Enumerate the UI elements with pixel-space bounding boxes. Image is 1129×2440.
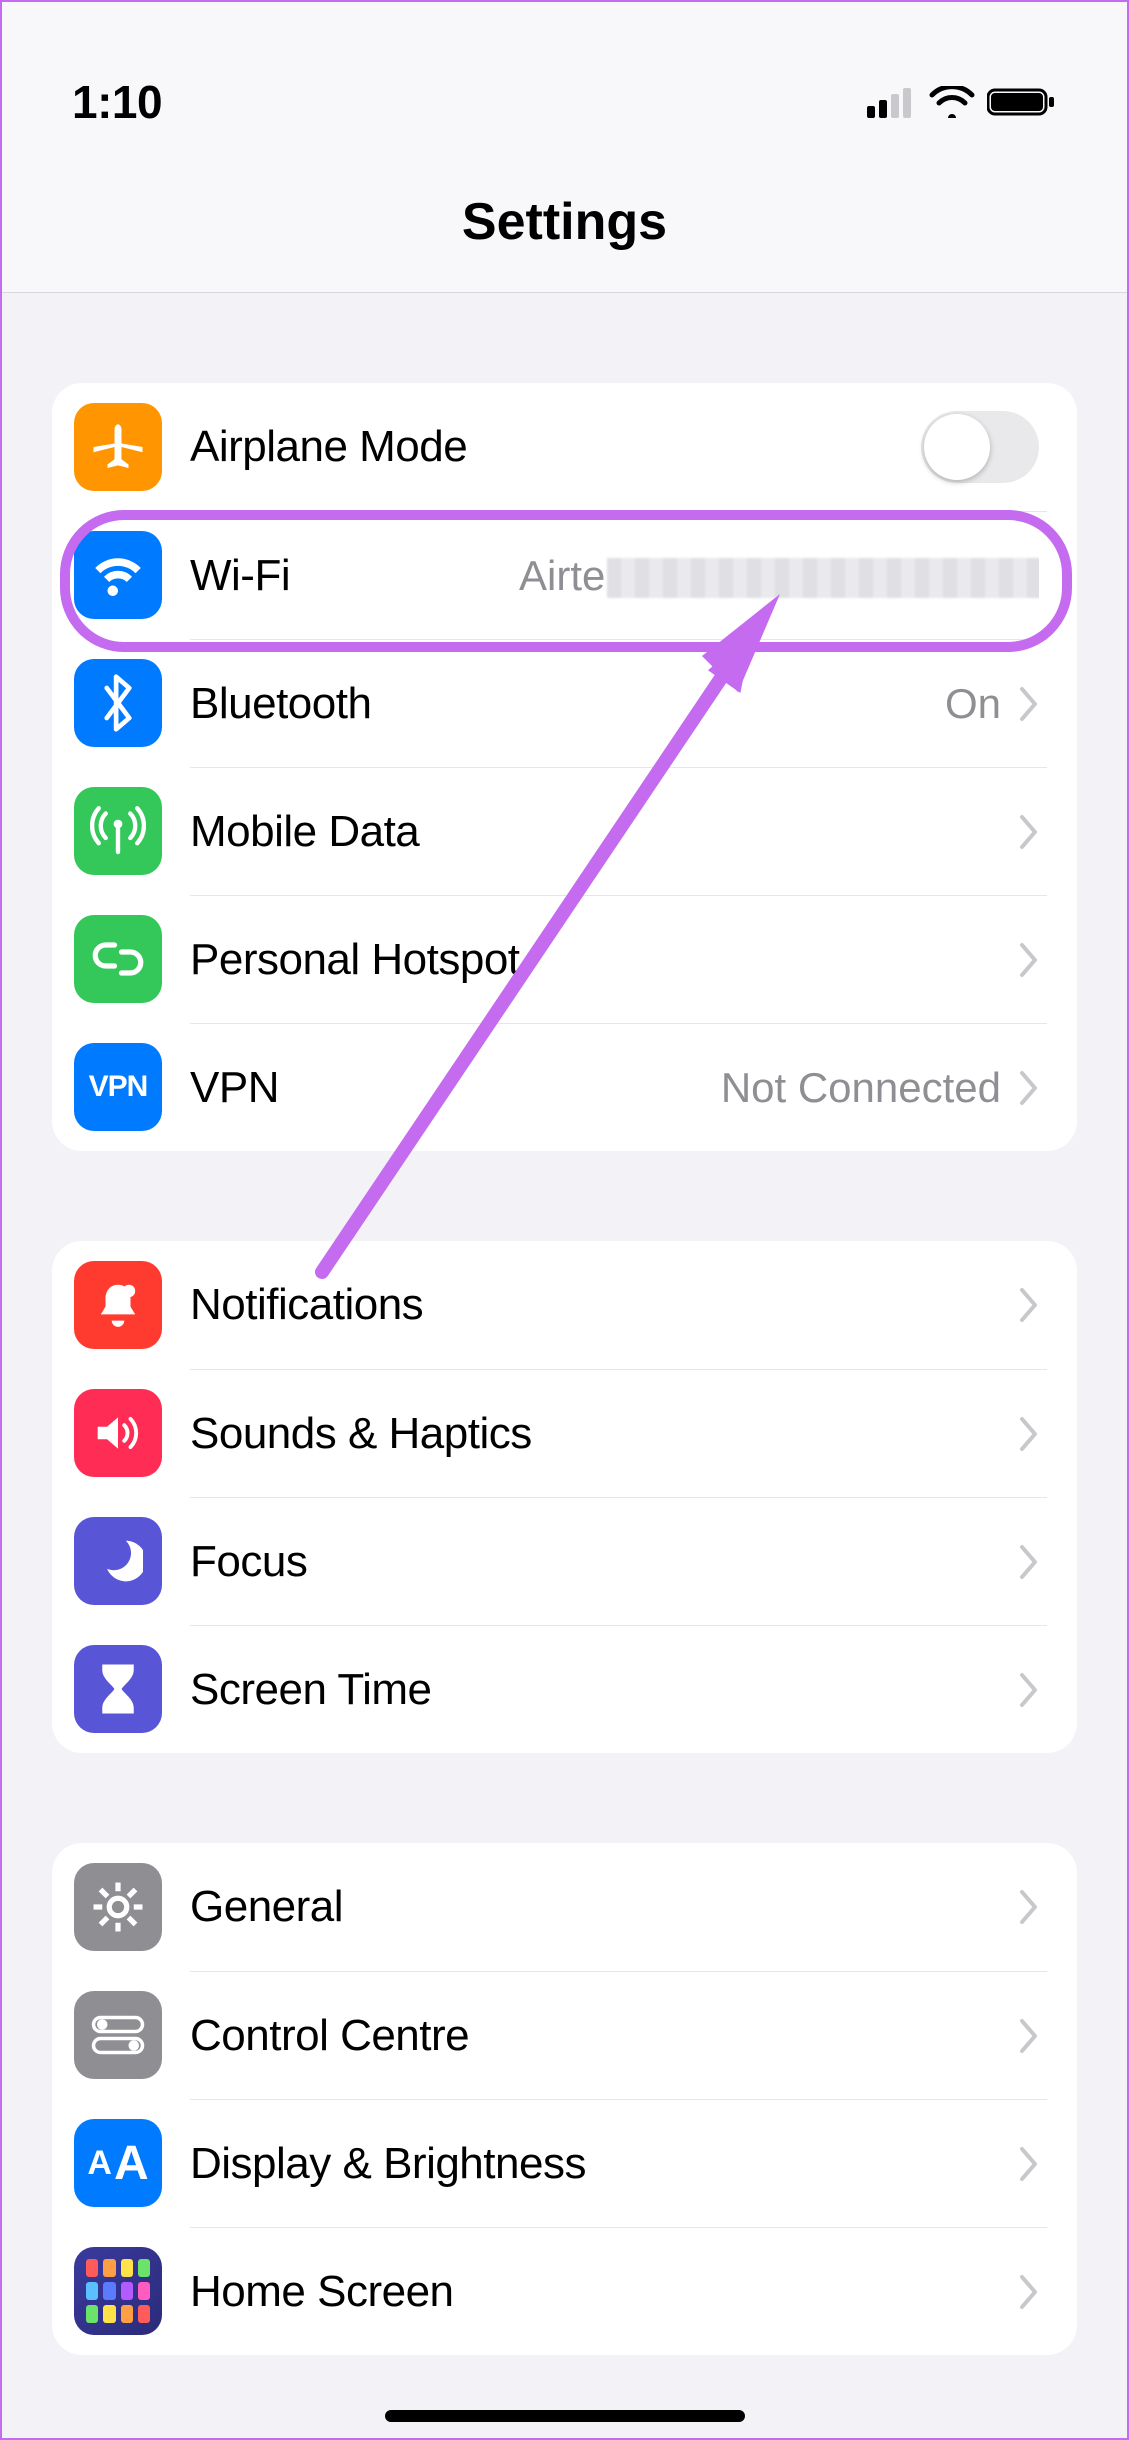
row-airplane-mode[interactable]: Airplane Mode xyxy=(52,383,1077,511)
chevron-right-icon xyxy=(1019,1545,1039,1579)
switches-icon xyxy=(74,1991,162,2079)
row-wifi[interactable]: Wi-Fi Airte xyxy=(52,511,1077,639)
vpn-icon-text: VPN xyxy=(89,1070,148,1104)
row-personal-hotspot[interactable]: Personal Hotspot xyxy=(52,895,1077,1023)
row-label: Wi-Fi xyxy=(190,551,290,601)
chevron-right-icon xyxy=(1019,943,1039,977)
row-vpn[interactable]: VPN VPN Not Connected xyxy=(52,1023,1077,1151)
row-label: Notifications xyxy=(190,1280,423,1330)
chevron-right-icon xyxy=(1019,1890,1039,1924)
bluetooth-icon xyxy=(74,659,162,747)
row-label: Sounds & Haptics xyxy=(190,1409,532,1459)
redacted-text xyxy=(607,558,1039,598)
chevron-right-icon xyxy=(1019,1417,1039,1451)
bell-icon xyxy=(74,1261,162,1349)
settings-group-alerts: Notifications Sounds & Haptics Focus xyxy=(52,1241,1077,1753)
chevron-right-icon xyxy=(1019,815,1039,849)
settings-group-connectivity: Airplane Mode Wi-Fi Airte xyxy=(52,383,1077,1151)
link-icon xyxy=(74,915,162,1003)
cellular-signal-icon xyxy=(867,86,917,118)
chevron-right-icon xyxy=(1019,1288,1039,1322)
row-label: Screen Time xyxy=(190,1665,431,1715)
row-label: VPN xyxy=(190,1063,279,1113)
text-size-icon: AA xyxy=(74,2119,162,2207)
chevron-right-icon xyxy=(1019,1071,1039,1105)
chevron-right-icon xyxy=(1019,2019,1039,2053)
row-detail: Not Connected xyxy=(721,1064,1001,1112)
row-mobile-data[interactable]: Mobile Data xyxy=(52,767,1077,895)
wifi-network-name: Airte xyxy=(519,552,1039,600)
battery-icon xyxy=(987,86,1057,118)
apps-grid-icon xyxy=(74,2247,162,2335)
status-time: 1:10 xyxy=(72,75,162,129)
settings-header: Settings xyxy=(2,152,1127,293)
row-home-screen[interactable]: Home Screen xyxy=(52,2227,1077,2355)
row-bluetooth[interactable]: Bluetooth On xyxy=(52,639,1077,767)
row-label: Mobile Data xyxy=(190,807,419,857)
row-screen-time[interactable]: Screen Time xyxy=(52,1625,1077,1753)
row-focus[interactable]: Focus xyxy=(52,1497,1077,1625)
airplane-icon xyxy=(74,403,162,491)
row-label: Bluetooth xyxy=(190,679,371,729)
page-title: Settings xyxy=(2,192,1127,252)
home-indicator xyxy=(385,2410,745,2422)
row-detail: On xyxy=(945,680,1001,728)
row-sounds-haptics[interactable]: Sounds & Haptics xyxy=(52,1369,1077,1497)
hourglass-icon xyxy=(74,1645,162,1733)
gear-icon xyxy=(74,1863,162,1951)
antenna-icon xyxy=(74,787,162,875)
chevron-right-icon xyxy=(1019,2275,1039,2309)
row-label: General xyxy=(190,1882,343,1932)
speaker-icon xyxy=(74,1389,162,1477)
row-label: Control Centre xyxy=(190,2011,469,2061)
settings-content: Airplane Mode Wi-Fi Airte xyxy=(2,293,1127,2355)
row-label: Personal Hotspot xyxy=(190,935,520,985)
row-label: Display & Brightness xyxy=(190,2139,586,2189)
chevron-right-icon xyxy=(1019,1673,1039,1707)
status-bar: 1:10 xyxy=(2,2,1127,152)
row-label: Home Screen xyxy=(190,2267,454,2317)
row-label: Airplane Mode xyxy=(190,422,467,472)
row-control-centre[interactable]: Control Centre xyxy=(52,1971,1077,2099)
wifi-status-icon xyxy=(929,86,975,118)
row-general[interactable]: General xyxy=(52,1843,1077,1971)
settings-group-general: General Control Centre AA Display & Brig… xyxy=(52,1843,1077,2355)
status-icons xyxy=(867,86,1057,118)
row-notifications[interactable]: Notifications xyxy=(52,1241,1077,1369)
vpn-icon: VPN xyxy=(74,1043,162,1131)
row-label: Focus xyxy=(190,1537,307,1587)
chevron-right-icon xyxy=(1019,2147,1039,2181)
airplane-toggle[interactable] xyxy=(921,411,1039,483)
moon-icon xyxy=(74,1517,162,1605)
chevron-right-icon xyxy=(1019,687,1039,721)
wifi-icon xyxy=(74,531,162,619)
row-display-brightness[interactable]: AA Display & Brightness xyxy=(52,2099,1077,2227)
